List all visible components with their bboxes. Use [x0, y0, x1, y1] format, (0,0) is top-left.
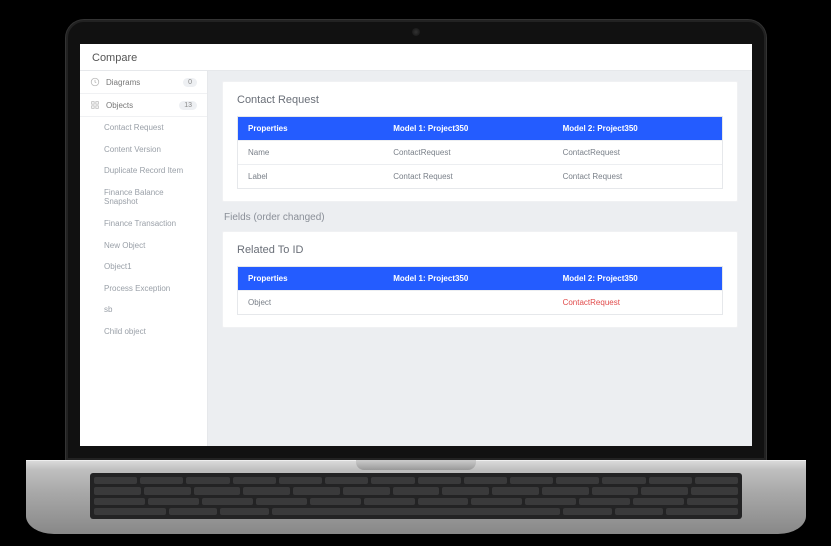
table-row: Object ContactRequest	[238, 290, 722, 314]
sidebar-section-objects[interactable]: Objects 13	[80, 94, 207, 117]
sidebar: Diagrams 0 Objects 13 Contact Request Co…	[80, 71, 208, 446]
grid-icon	[90, 100, 100, 110]
sidebar-item[interactable]: New Object	[80, 235, 207, 257]
panel-related-to-id: Related To ID Properties Model 1: Projec…	[222, 231, 738, 328]
sidebar-item[interactable]: Duplicate Record Item	[80, 160, 207, 182]
keyboard	[90, 473, 742, 519]
table-header: Properties Model 1: Project350 Model 2: …	[238, 267, 722, 290]
sidebar-section-diagrams[interactable]: Diagrams 0	[80, 71, 207, 94]
sidebar-item[interactable]: Contact Request	[80, 117, 207, 139]
laptop-hinge	[356, 460, 476, 470]
sidebar-item[interactable]: sb	[80, 299, 207, 321]
table-row: Name ContactRequest ContactRequest	[238, 140, 722, 164]
th-properties: Properties	[238, 117, 383, 140]
table-header: Properties Model 1: Project350 Model 2: …	[238, 117, 722, 140]
sidebar-item[interactable]: Child object	[80, 321, 207, 343]
compare-table: Properties Model 1: Project350 Model 2: …	[237, 266, 723, 315]
cell-m2: ContactRequest	[553, 141, 722, 164]
app-body: Diagrams 0 Objects 13 Contact Request Co…	[80, 71, 752, 446]
camera-icon	[412, 28, 420, 36]
cell-m2: ContactRequest	[553, 291, 722, 314]
cell-prop: Object	[238, 291, 383, 314]
sidebar-item[interactable]: Process Exception	[80, 278, 207, 300]
laptop-screen: Compare Diagrams 0 Objects	[80, 44, 752, 446]
laptop-base	[26, 460, 806, 534]
clock-icon	[90, 77, 100, 87]
count-badge: 0	[183, 78, 197, 87]
sidebar-item[interactable]: Finance Transaction	[80, 213, 207, 235]
th-model2: Model 2: Project350	[553, 267, 722, 290]
panel-title: Contact Request	[237, 94, 723, 106]
th-model2: Model 2: Project350	[553, 117, 722, 140]
th-model1: Model 1: Project350	[383, 117, 552, 140]
cell-m1	[383, 291, 552, 314]
cell-prop: Label	[238, 165, 383, 188]
sidebar-section-label: Objects	[106, 101, 173, 110]
sidebar-item[interactable]: Finance Balance Snapshot	[80, 182, 207, 213]
section-label-fields: Fields (order changed)	[224, 212, 738, 223]
main-content: Contact Request Properties Model 1: Proj…	[208, 71, 752, 446]
app-root: Compare Diagrams 0 Objects	[80, 44, 752, 446]
cell-m1: ContactRequest	[383, 141, 552, 164]
panel-title: Related To ID	[237, 244, 723, 256]
page-title: Compare	[80, 44, 752, 71]
laptop-frame: Compare Diagrams 0 Objects	[66, 20, 766, 460]
th-model1: Model 1: Project350	[383, 267, 552, 290]
th-properties: Properties	[238, 267, 383, 290]
sidebar-section-label: Diagrams	[106, 78, 177, 87]
sidebar-items: Contact Request Content Version Duplicat…	[80, 117, 207, 343]
cell-prop: Name	[238, 141, 383, 164]
panel-contact-request: Contact Request Properties Model 1: Proj…	[222, 81, 738, 202]
cell-m2: Contact Request	[553, 165, 722, 188]
compare-table: Properties Model 1: Project350 Model 2: …	[237, 116, 723, 189]
cell-m1: Contact Request	[383, 165, 552, 188]
sidebar-item[interactable]: Object1	[80, 256, 207, 278]
sidebar-item[interactable]: Content Version	[80, 139, 207, 161]
count-badge: 13	[179, 101, 197, 110]
table-row: Label Contact Request Contact Request	[238, 164, 722, 188]
